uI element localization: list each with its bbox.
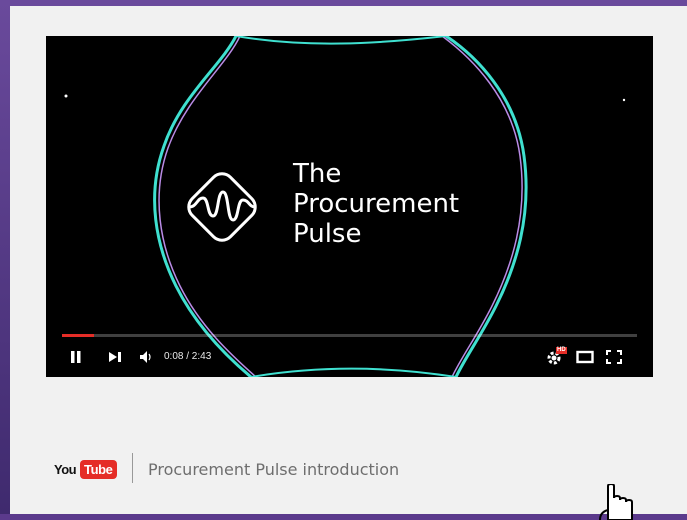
video-player[interactable]: The Procurement Pulse 0:08 / 2:43 HD: [46, 36, 653, 377]
pause-icon[interactable]: [70, 350, 82, 364]
player-controls: 0:08 / 2:43 HD: [46, 342, 653, 372]
fullscreen-icon[interactable]: [606, 350, 622, 364]
theater-mode-icon[interactable]: [576, 350, 594, 364]
hand-pointer-cursor-icon: [599, 484, 633, 520]
title-line-1: The: [293, 159, 342, 189]
title-line-2: Procurement: [293, 189, 460, 219]
hd-badge: HD: [556, 347, 567, 354]
caption-divider: [132, 453, 133, 483]
caption-title: Procurement Pulse introduction: [148, 460, 400, 479]
window-frame-left: [0, 0, 10, 514]
volume-icon[interactable]: [139, 350, 153, 364]
procurement-pulse-logo-icon: [187, 172, 257, 242]
youtube-logo-you: You: [54, 462, 77, 477]
content-card: The Procurement Pulse 0:08 / 2:43 HD You…: [10, 6, 687, 520]
progress-bar[interactable]: [62, 334, 637, 337]
next-icon[interactable]: [108, 350, 124, 364]
time-display: 0:08 / 2:43: [164, 351, 212, 362]
title-line-3: Pulse: [293, 219, 362, 249]
video-caption: You Tube Procurement Pulse introduction: [54, 453, 474, 483]
video-title-overlay: The Procurement Pulse: [293, 159, 459, 249]
youtube-logo-tube: Tube: [80, 460, 117, 479]
progress-bar-played: [62, 334, 94, 337]
